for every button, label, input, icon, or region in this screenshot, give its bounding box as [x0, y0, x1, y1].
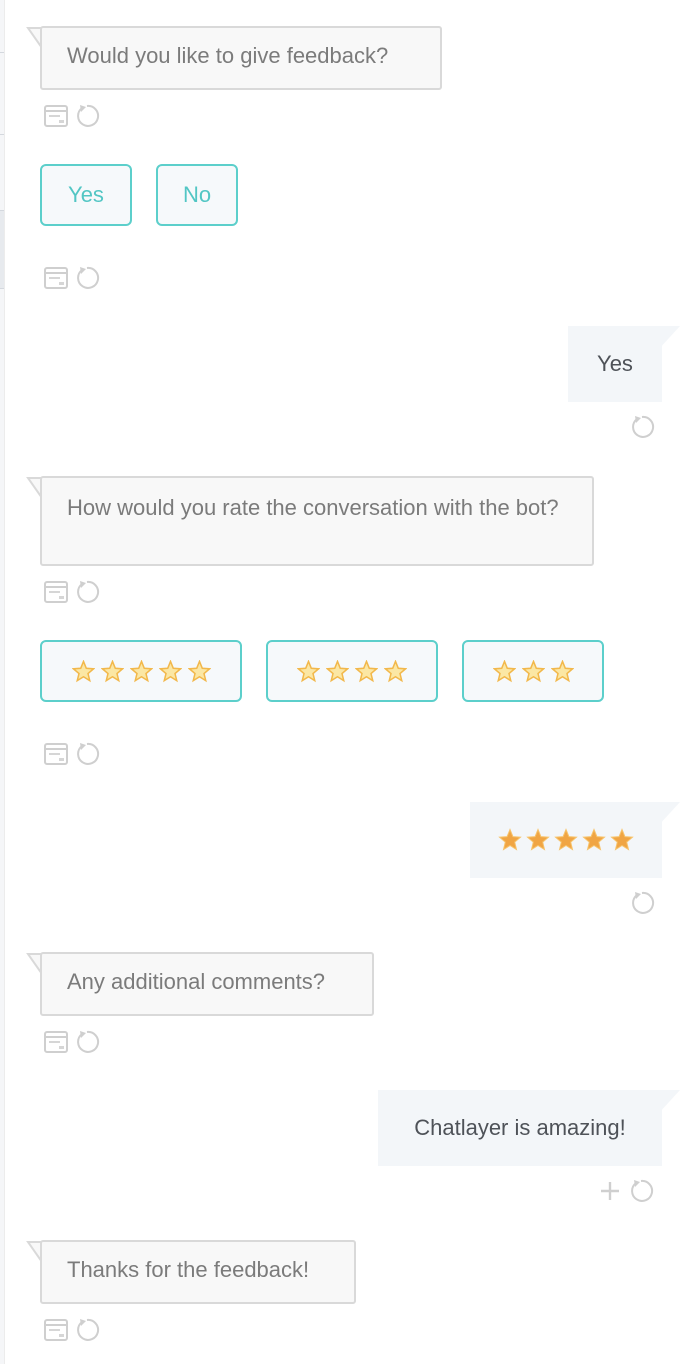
- choices-actions: [44, 741, 100, 772]
- choice-label: Yes: [68, 182, 104, 207]
- star-rating: [71, 659, 211, 683]
- replay-icon[interactable]: [629, 414, 655, 445]
- star-icon: [550, 659, 574, 682]
- rating-3-stars-button[interactable]: [462, 640, 604, 702]
- choice-yes-button[interactable]: Yes: [40, 164, 132, 226]
- user-message-text: Chatlayer is amazing!: [414, 1115, 626, 1140]
- user-message-actions: [598, 1178, 654, 1209]
- star-icon: [554, 828, 578, 851]
- message-details-icon[interactable]: [44, 580, 68, 609]
- replay-icon[interactable]: [74, 265, 100, 296]
- rating-4-stars-button[interactable]: [266, 640, 438, 702]
- bot-message-actions: [44, 1029, 100, 1060]
- bot-message-text: Any additional comments?: [67, 969, 326, 994]
- bubble-tail: [658, 802, 680, 826]
- star-icon: [582, 828, 606, 851]
- choices-actions: [44, 265, 100, 296]
- bot-message: Any additional comments?: [26, 952, 374, 1016]
- left-sidebar-strip: [0, 0, 5, 1364]
- star-icon: [71, 659, 95, 682]
- star-rating: [498, 828, 634, 852]
- message-details-icon[interactable]: [44, 1318, 68, 1347]
- bot-message-text: Would you like to give feedback?: [67, 43, 389, 68]
- user-message-actions: [629, 414, 655, 445]
- replay-icon[interactable]: [74, 741, 100, 772]
- star-icon: [297, 659, 320, 682]
- user-message: [470, 802, 680, 878]
- bot-message-actions: [44, 103, 100, 134]
- star-icon: [610, 828, 634, 851]
- plus-icon[interactable]: [598, 1179, 622, 1208]
- bot-message-actions: [44, 579, 100, 610]
- star-icon: [326, 659, 349, 682]
- bot-bubble: Thanks for the feedback!: [40, 1240, 356, 1304]
- bot-bubble: How would you rate the conversation with…: [40, 476, 594, 566]
- bubble-tail: [658, 326, 680, 350]
- star-icon: [100, 659, 124, 682]
- star-icon: [129, 659, 153, 682]
- message-details-icon[interactable]: [44, 1030, 68, 1059]
- star-icon: [355, 659, 378, 682]
- user-message: Yes: [568, 326, 680, 402]
- message-details-icon[interactable]: [44, 104, 68, 133]
- user-message-text: Yes: [597, 351, 633, 376]
- bubble-tail: [658, 1090, 680, 1114]
- bot-message: How would you rate the conversation with…: [26, 476, 594, 566]
- user-message: Chatlayer is amazing!: [378, 1090, 680, 1166]
- star-icon: [521, 659, 545, 682]
- bot-message-text: Thanks for the feedback!: [67, 1257, 310, 1282]
- replay-icon[interactable]: [74, 1029, 100, 1060]
- star-icon: [492, 659, 516, 682]
- star-icon: [158, 659, 182, 682]
- star-rating: [492, 659, 574, 683]
- star-icon: [498, 828, 522, 851]
- star-rating: [297, 659, 407, 683]
- replay-icon[interactable]: [74, 579, 100, 610]
- star-icon: [384, 659, 407, 682]
- bot-message-actions: [44, 1317, 100, 1348]
- replay-icon[interactable]: [629, 890, 655, 921]
- user-message-actions: [629, 890, 655, 921]
- bot-bubble: Would you like to give feedback?: [40, 26, 442, 90]
- replay-icon[interactable]: [74, 1317, 100, 1348]
- replay-icon[interactable]: [628, 1178, 654, 1209]
- choice-label: No: [182, 182, 212, 207]
- rating-5-stars-button[interactable]: [40, 640, 242, 702]
- message-details-icon[interactable]: [44, 266, 68, 295]
- bot-message: Would you like to give feedback?: [26, 26, 442, 90]
- bot-bubble: Any additional comments?: [40, 952, 374, 1016]
- bot-message-text: How would you rate the conversation with…: [67, 495, 559, 520]
- star-icon: [526, 828, 550, 851]
- replay-icon[interactable]: [74, 103, 100, 134]
- message-details-icon[interactable]: [44, 742, 68, 771]
- star-icon: [187, 659, 211, 682]
- choice-no-button[interactable]: No: [156, 164, 238, 226]
- bot-message: Thanks for the feedback!: [26, 1240, 356, 1304]
